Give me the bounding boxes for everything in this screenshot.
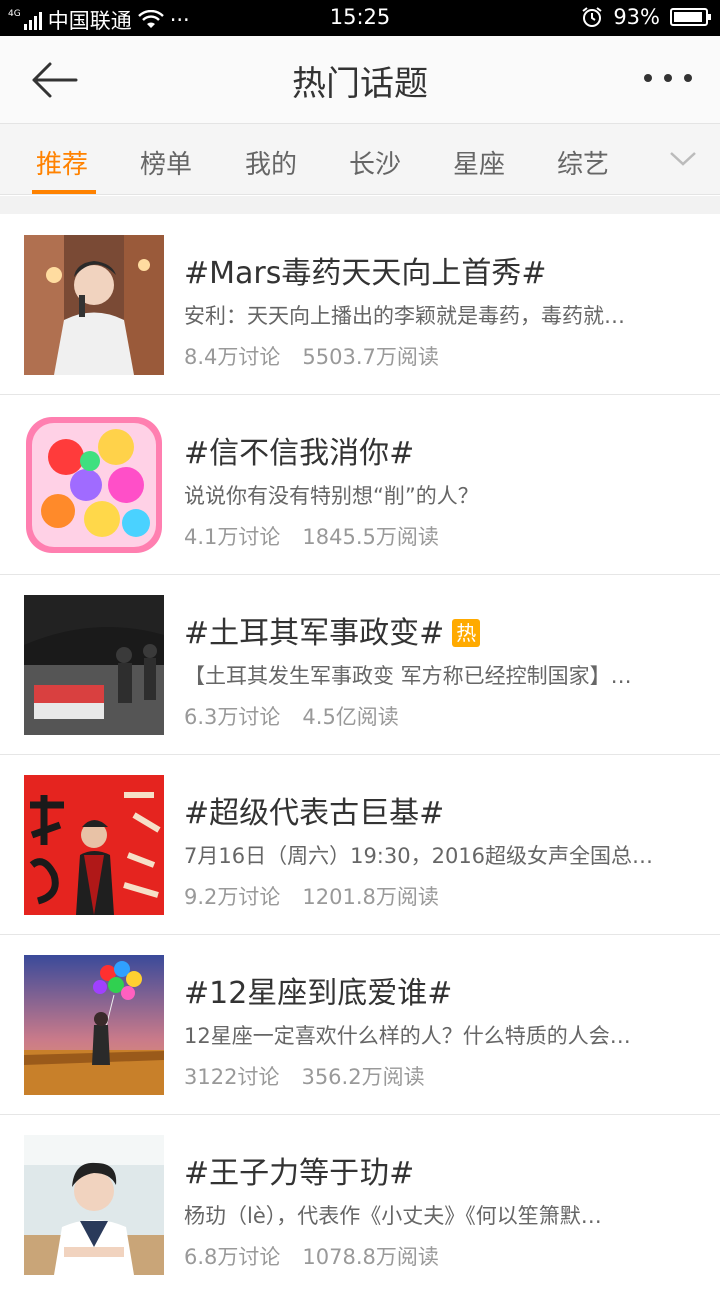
nav-header: 热门话题: [0, 36, 720, 124]
category-tabs: 推荐 榜单 我的 长沙 星座 综艺: [0, 124, 720, 195]
tab-recommend[interactable]: 推荐: [36, 144, 88, 181]
topic-stats: 6.3万讨论 4.5亿阅读: [184, 701, 399, 731]
status-bar: 4G 中国联通 ··· 15:25 93%: [0, 0, 720, 36]
more-dots-icon[interactable]: [644, 74, 692, 82]
active-tab-indicator: [32, 190, 96, 194]
topic-thumbnail: [24, 595, 164, 735]
topic-title: #Mars毒药天天向上首秀#: [184, 256, 547, 291]
topic-row[interactable]: #土耳其军事政变# 热 【土耳其发生军事政变 军方称已经控制国家】… 6.3万讨论…: [0, 575, 720, 755]
discussion-count: 8.4万讨论: [184, 345, 281, 369]
topic-title: #王子力等于玏#: [184, 1156, 415, 1191]
discussion-count: 6.3万讨论: [184, 705, 281, 729]
topic-thumbnail: [24, 1135, 164, 1275]
topic-title: #12星座到底爱谁#: [184, 976, 453, 1011]
topic-row[interactable]: #王子力等于玏# 杨玏（lè），代表作《小丈夫》《何以笙箫默… 6.8万讨论 10…: [0, 1115, 720, 1295]
topic-stats: 6.8万讨论 1078.8万阅读: [184, 1241, 439, 1271]
topic-stats: 8.4万讨论 5503.7万阅读: [184, 341, 439, 371]
topic-thumbnail: [24, 415, 164, 555]
alarm-icon: [582, 7, 602, 27]
topic-summary: 7月16日（周六）19:30，2016超级女声全国总…: [184, 844, 654, 868]
battery-icon: [670, 8, 711, 26]
read-count: 1078.8万阅读: [302, 1245, 439, 1269]
tab-constellation[interactable]: 星座: [453, 144, 505, 181]
discussion-count: 9.2万讨论: [184, 885, 281, 909]
read-count: 1845.5万阅读: [302, 525, 439, 549]
topic-summary: 杨玏（lè），代表作《小丈夫》《何以笙箫默…: [184, 1204, 602, 1228]
topic-row[interactable]: #Mars毒药天天向上首秀# 安利：天天向上播出的李颖就是毒药，毒药就… 8.4…: [0, 215, 720, 395]
topic-summary: 安利：天天向上播出的李颖就是毒药，毒药就…: [184, 304, 625, 328]
topic-thumbnail: [24, 955, 164, 1095]
topic-stats: 4.1万讨论 1845.5万阅读: [184, 521, 439, 551]
topic-thumbnail: [24, 775, 164, 915]
discussion-count: 4.1万讨论: [184, 525, 281, 549]
read-count: 4.5亿阅读: [302, 705, 399, 729]
topic-row[interactable]: #12星座到底爱谁# 12星座一定喜欢什么样的人？什么特质的人会… 3122讨论…: [0, 935, 720, 1115]
topic-row[interactable]: #信不信我消你# 说说你有没有特别想“削”的人？ 4.1万讨论 1845.5万阅读: [0, 395, 720, 575]
section-divider: [0, 196, 720, 214]
read-count: 5503.7万阅读: [302, 345, 439, 369]
tab-ranking[interactable]: 榜单: [140, 144, 192, 181]
topic-title-text: #土耳其军事政变#: [184, 616, 445, 651]
topic-title: #信不信我消你#: [184, 436, 415, 471]
topic-title: #土耳其军事政变# 热: [184, 608, 481, 652]
topic-row[interactable]: #超级代表古巨基# 7月16日（周六）19:30，2016超级女声全国总… 9.…: [0, 755, 720, 935]
chevron-down-icon[interactable]: [668, 146, 698, 170]
topic-stats: 3122讨论 356.2万阅读: [184, 1061, 425, 1091]
page-title: 热门话题: [292, 64, 428, 104]
tab-variety[interactable]: 综艺: [557, 144, 609, 181]
battery-percent: 93%: [613, 5, 660, 29]
topic-thumbnail: [24, 235, 164, 375]
tab-changsha[interactable]: 长沙: [349, 144, 401, 181]
discussion-count: 6.8万讨论: [184, 1245, 281, 1269]
topic-title: #超级代表古巨基#: [184, 796, 445, 831]
hot-badge: 热: [452, 619, 481, 647]
topic-summary: 【土耳其发生军事政变 军方称已经控制国家】…: [184, 664, 632, 688]
read-count: 1201.8万阅读: [302, 885, 439, 909]
discussion-count: 3122讨论: [184, 1065, 280, 1089]
topic-stats: 9.2万讨论 1201.8万阅读: [184, 881, 439, 911]
tab-mine[interactable]: 我的: [245, 144, 297, 181]
topic-summary: 12星座一定喜欢什么样的人？什么特质的人会…: [184, 1024, 631, 1048]
read-count: 356.2万阅读: [301, 1065, 425, 1089]
topic-summary: 说说你有没有特别想“削”的人？: [184, 484, 479, 508]
